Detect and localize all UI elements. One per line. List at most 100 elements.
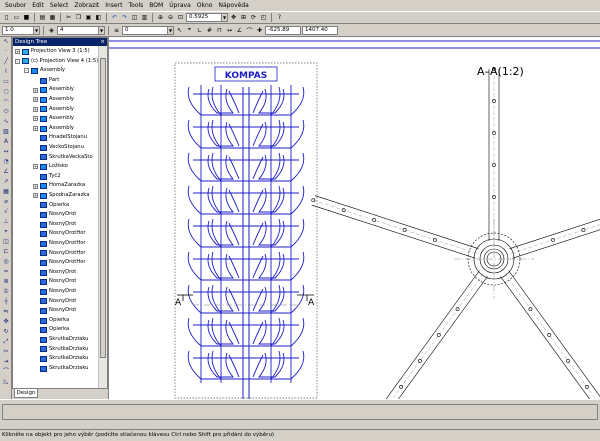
coord-x-field[interactable]: -625.89 <box>265 25 301 35</box>
collapse-icon[interactable]: - <box>24 68 29 74</box>
help-icon[interactable]: ? <box>275 13 284 22</box>
menu-tools[interactable]: Tools <box>126 0 147 11</box>
expand-icon[interactable]: + <box>33 97 38 103</box>
fillet-icon[interactable]: ⌒ <box>1 367 11 376</box>
zoom-all-icon[interactable]: ⊞ <box>239 13 248 22</box>
print-icon[interactable]: ▤ <box>38 13 47 22</box>
balloon-icon[interactable]: ① <box>1 287 11 296</box>
tree-item[interactable]: SkrutkaDrziaku <box>40 354 88 364</box>
layer-icon[interactable]: ◈ <box>47 26 56 35</box>
radius-icon[interactable]: ◔ <box>1 157 11 166</box>
tree-item[interactable]: SkrutkaDrziaku <box>40 364 88 374</box>
angle-dim-icon[interactable]: ∠ <box>1 167 11 176</box>
snap-icon[interactable]: ⌖ <box>185 26 194 35</box>
tree-item[interactable]: + Assembly <box>33 95 74 105</box>
layer-combo[interactable]: 4 ▼ <box>57 25 105 35</box>
zoom-out-icon[interactable]: ⊖ <box>166 13 175 22</box>
cut-icon[interactable]: ✂ <box>64 13 73 22</box>
refresh-icon[interactable]: ⟳ <box>249 13 258 22</box>
open-folder-icon[interactable]: ▭ <box>12 13 21 22</box>
tree-item[interactable]: NosnyDrotHor <box>40 229 86 239</box>
angle-icon[interactable]: ∠ <box>235 26 244 35</box>
rack-assembly[interactable] <box>187 85 305 383</box>
menu-uprava[interactable]: Úprava <box>166 0 194 11</box>
lock-icon[interactable]: ⊓ <box>215 26 224 35</box>
circle-icon[interactable]: ○ <box>1 87 11 96</box>
tree-item[interactable]: VeckoStojanu <box>40 143 84 153</box>
text-icon[interactable]: A <box>1 137 11 146</box>
rotate-icon[interactable]: ↻ <box>1 327 11 336</box>
tree-item[interactable]: Part <box>40 76 59 86</box>
centerline-icon[interactable]: ┼ <box>1 297 11 306</box>
detail-icon[interactable]: ◎ <box>1 257 11 266</box>
tree-item[interactable]: Opierka <box>40 325 69 335</box>
select-icon[interactable]: ↖ <box>1 37 11 46</box>
datum-icon[interactable]: ⊥ <box>1 217 11 226</box>
round-icon[interactable]: ⌒ <box>245 26 254 35</box>
expand-icon[interactable]: + <box>33 183 38 189</box>
rectangle-icon[interactable]: ▭ <box>1 77 11 86</box>
tree-item[interactable]: NosnyDrot <box>40 210 76 220</box>
trim-icon[interactable]: ✂ <box>1 347 11 356</box>
tree-item[interactable]: - (c) Projection View 4 (1:5) <box>15 57 98 67</box>
polyline-icon[interactable]: ⌇ <box>1 67 11 76</box>
menu-insert[interactable]: Insert <box>102 0 125 11</box>
tree-item[interactable]: - Assembly <box>24 66 65 76</box>
ellipse-icon[interactable]: ⬭ <box>1 107 11 116</box>
coord-y-field[interactable]: 1407.40 <box>302 25 338 35</box>
roughness-icon[interactable]: √ <box>1 207 11 216</box>
style-icon[interactable]: ≡ <box>112 26 121 35</box>
tree-item[interactable]: + Assembly <box>33 105 74 115</box>
menu-okno[interactable]: Okno <box>194 0 216 11</box>
move-icon[interactable]: ✥ <box>1 317 11 326</box>
properties-icon[interactable]: ◧ <box>94 13 103 22</box>
paste-icon[interactable]: ▣ <box>84 13 93 22</box>
undo-icon[interactable]: ↶ <box>110 13 119 22</box>
tree-item[interactable]: Opierka <box>40 201 69 211</box>
save-icon[interactable]: ■ <box>22 13 31 22</box>
zoom-in-icon[interactable]: ⊕ <box>156 13 165 22</box>
view-frame[interactable] <box>174 62 318 399</box>
line-icon[interactable]: ╱ <box>1 57 11 66</box>
measure-icon[interactable]: ↔ <box>225 26 234 35</box>
print-preview-icon[interactable]: ▦ <box>48 13 57 22</box>
style-combo[interactable]: 0 ▼ <box>122 25 174 35</box>
tree-item[interactable]: + Ložisko <box>33 162 68 172</box>
expand-icon[interactable]: + <box>33 116 38 122</box>
pan-icon[interactable]: ✥ <box>229 13 238 22</box>
pointer-icon[interactable]: ↖ <box>175 26 184 35</box>
tree-item[interactable]: + Assembly <box>33 114 74 124</box>
tree-item[interactable]: + HomaZarazka <box>33 181 85 191</box>
hatch-icon[interactable]: ▨ <box>1 127 11 136</box>
leader-icon[interactable]: ↗ <box>1 177 11 186</box>
tree-item[interactable]: NosnyDrot <box>40 277 76 287</box>
tree-item[interactable]: + Assembly <box>33 124 74 134</box>
tree-item[interactable]: HnadelStojanu <box>40 133 87 143</box>
zoom-combo[interactable]: 0.5925 ▼ <box>186 13 228 22</box>
bom-icon[interactable]: ≣ <box>1 277 11 286</box>
ortho-icon[interactable]: ∟ <box>195 26 204 35</box>
tree-item[interactable]: NosnyDrotHor <box>40 258 86 268</box>
cursor-icon[interactable]: ✚ <box>255 26 264 35</box>
zoom-previous-icon[interactable]: ◰ <box>259 13 268 22</box>
redo-icon[interactable]: ↷ <box>120 13 129 22</box>
table-icon[interactable]: ▦ <box>1 187 11 196</box>
section-icon[interactable]: ⊏ <box>1 247 11 256</box>
tree-scrollbar[interactable] <box>98 46 107 388</box>
expand-icon[interactable]: + <box>15 49 20 55</box>
tolerance-icon[interactable]: ⌖ <box>1 227 11 236</box>
tree-item[interactable]: + SpodnaZarazka <box>33 191 89 201</box>
grid-icon[interactable]: # <box>205 26 214 35</box>
tab-design[interactable]: Design <box>14 389 38 398</box>
view-icon[interactable]: ◫ <box>1 237 11 246</box>
tree-item[interactable]: + Assembly <box>33 85 74 95</box>
scale-icon[interactable]: ⤢ <box>1 337 11 346</box>
break-icon[interactable]: ≈ <box>1 267 11 276</box>
point-icon[interactable]: · <box>1 47 11 56</box>
tree-scrollbar-thumb[interactable] <box>100 58 106 358</box>
expand-icon[interactable]: + <box>33 164 38 170</box>
tree-item[interactable]: SkrutkaDrziaku <box>40 335 88 345</box>
drawing-canvas[interactable]: KOMPAS A A A–A(1:2) <box>108 37 600 416</box>
tree-item[interactable]: NosnyDrotHor <box>40 249 86 259</box>
tree-item[interactable]: + Projection View 3 (1:5) <box>15 47 90 57</box>
